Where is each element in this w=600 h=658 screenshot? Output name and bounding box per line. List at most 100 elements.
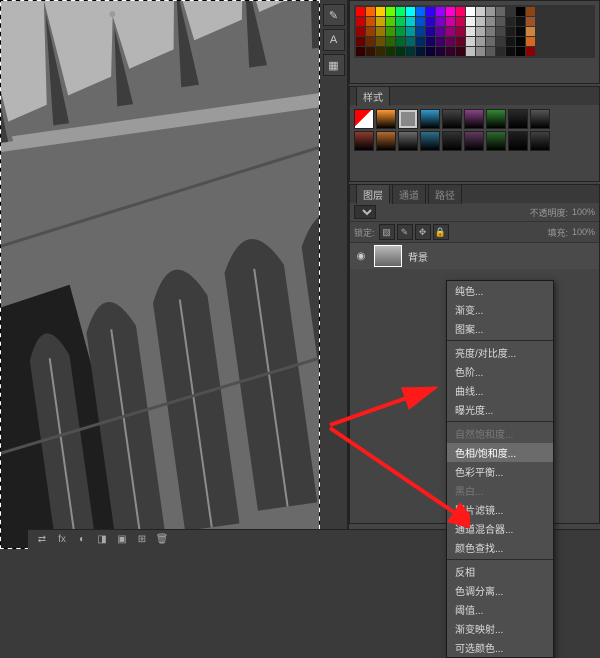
tab-layers[interactable]: 图层 [356,184,390,204]
color-swatch[interactable] [476,27,485,36]
color-swatch[interactable] [406,37,415,46]
color-swatch[interactable] [476,7,485,16]
color-swatch[interactable] [496,7,505,16]
color-swatch[interactable] [376,27,385,36]
color-swatch[interactable] [386,37,395,46]
menu-item[interactable]: 渐变映射... [447,619,553,638]
menu-item[interactable]: 图案... [447,319,553,338]
color-swatch[interactable] [526,7,535,16]
color-swatch[interactable] [406,17,415,26]
style-swatch[interactable] [398,109,418,129]
color-swatch[interactable] [396,37,405,46]
style-swatch[interactable] [398,131,418,151]
color-swatch[interactable] [406,7,415,16]
color-swatch[interactable] [356,27,365,36]
color-swatch[interactable] [456,27,465,36]
style-swatch[interactable] [464,109,484,129]
color-swatch[interactable] [446,7,455,16]
color-swatch[interactable] [396,27,405,36]
style-swatch[interactable] [508,131,528,151]
color-swatch[interactable] [366,47,375,56]
color-swatch[interactable] [366,17,375,26]
color-swatch[interactable] [416,47,425,56]
color-swatch[interactable] [486,37,495,46]
menu-item[interactable]: 曲线... [447,381,553,400]
color-swatch[interactable] [406,47,415,56]
menu-item[interactable]: 颜色查找... [447,538,553,557]
fx-icon[interactable]: fx [54,533,70,547]
link-icon[interactable]: ⇄ [34,533,50,547]
color-swatch[interactable] [466,17,475,26]
color-swatch[interactable] [426,47,435,56]
layer-row-background[interactable]: ◉ 背景 [350,243,599,269]
color-swatch[interactable] [376,47,385,56]
color-swatch[interactable] [486,47,495,56]
menu-item[interactable]: 可选颜色... [447,638,553,657]
color-swatch[interactable] [506,47,515,56]
color-swatch[interactable] [376,7,385,16]
color-swatch[interactable] [366,37,375,46]
color-swatch[interactable] [466,37,475,46]
menu-item[interactable]: 色相/饱和度... [447,443,553,462]
lock-pixels-icon[interactable]: ✎ [397,224,413,240]
style-swatch[interactable] [354,109,374,129]
layer-filter-dropdown[interactable] [354,205,376,219]
color-swatch[interactable] [476,47,485,56]
color-swatch[interactable] [446,37,455,46]
color-swatch[interactable] [526,17,535,26]
color-swatch[interactable] [396,7,405,16]
color-swatch[interactable] [516,37,525,46]
color-swatch[interactable] [356,47,365,56]
menu-item[interactable]: 照片滤镜... [447,500,553,519]
brush-icon[interactable]: ✎ [323,4,345,26]
color-swatch[interactable] [366,7,375,16]
color-swatch[interactable] [426,17,435,26]
color-swatch[interactable] [516,27,525,36]
style-swatch[interactable] [464,131,484,151]
color-swatch[interactable] [386,7,395,16]
color-swatch[interactable] [486,27,495,36]
color-swatch[interactable] [486,17,495,26]
style-swatch[interactable] [354,131,374,151]
color-swatch[interactable] [516,17,525,26]
color-swatch[interactable] [506,27,515,36]
trash-icon[interactable]: 🗑 [154,533,170,547]
color-swatch[interactable] [486,7,495,16]
color-swatch[interactable] [436,7,445,16]
color-swatch[interactable] [356,7,365,16]
color-swatch[interactable] [386,27,395,36]
color-swatch[interactable] [496,47,505,56]
color-swatch[interactable] [376,37,385,46]
color-swatch[interactable] [426,37,435,46]
color-swatch[interactable] [406,27,415,36]
color-swatch[interactable] [426,27,435,36]
group-icon[interactable]: ▣ [114,533,130,547]
swatch-grid[interactable] [354,5,595,58]
eye-icon[interactable]: ◉ [354,251,368,262]
color-swatch[interactable] [436,17,445,26]
color-swatch[interactable] [496,27,505,36]
style-swatch[interactable] [486,109,506,129]
tab-channels[interactable]: 通道 [392,184,426,204]
color-swatch[interactable] [416,17,425,26]
color-swatch[interactable] [466,7,475,16]
swatch-icon[interactable]: ▦ [323,54,345,76]
color-swatch[interactable] [456,7,465,16]
color-swatch[interactable] [376,17,385,26]
tab-paths[interactable]: 路径 [428,184,462,204]
menu-item[interactable]: 反相 [447,562,553,581]
color-swatch[interactable] [396,47,405,56]
menu-item[interactable]: 色彩平衡... [447,462,553,481]
style-swatch[interactable] [376,131,396,151]
style-swatch[interactable] [530,131,550,151]
color-swatch[interactable] [466,27,475,36]
menu-item[interactable]: 纯色... [447,281,553,300]
color-swatch[interactable] [506,37,515,46]
menu-item[interactable]: 色阶... [447,362,553,381]
color-swatch[interactable] [476,17,485,26]
color-swatch[interactable] [366,27,375,36]
new-layer-icon[interactable]: ⊞ [134,533,150,547]
color-swatch[interactable] [436,37,445,46]
style-swatch[interactable] [508,109,528,129]
color-swatch[interactable] [456,17,465,26]
